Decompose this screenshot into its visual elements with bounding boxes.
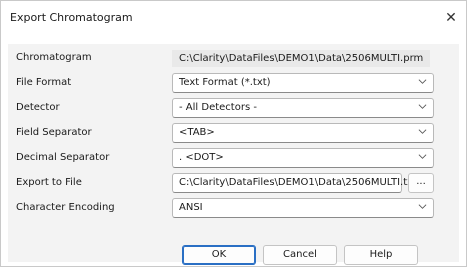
title-bar: Export Chromatogram ✕ [1,1,466,35]
character-encoding-value: ANSI [179,202,203,213]
chevron-down-icon [418,79,427,84]
detector-value: - All Detectors - [179,102,257,113]
detector-select[interactable]: - All Detectors - [172,98,434,118]
form-panel: Chromatogram C:\Clarity\DataFiles\DEMO1\… [8,44,459,265]
ok-button[interactable]: OK [182,245,256,265]
dialog-title: Export Chromatogram [10,11,133,24]
character-encoding-select[interactable]: ANSI [172,198,434,218]
field-separator-row: Field Separator <TAB> [8,121,459,146]
file-format-row: File Format Text Format (*.txt) [8,71,459,96]
chromatogram-path-display: C:\Clarity\DataFiles\DEMO1\Data\2506MULT… [172,50,430,67]
field-separator-value: <TAB> [179,127,215,138]
chevron-down-icon [418,104,427,109]
field-separator-label: Field Separator [16,127,92,138]
field-separator-select[interactable]: <TAB> [172,123,434,143]
help-button[interactable]: Help [344,245,418,265]
export-to-file-label: Export to File [16,177,82,188]
export-file-path-value: C:\Clarity\DataFiles\DEMO1\Data\2506MULT… [179,177,417,188]
close-icon[interactable]: ✕ [440,7,462,29]
decimal-separator-select[interactable]: . <DOT> [172,148,434,168]
character-encoding-label: Character Encoding [16,202,115,213]
detector-row: Detector - All Detectors - [8,96,459,121]
export-file-path-input[interactable]: C:\Clarity\DataFiles\DEMO1\Data\2506MULT… [172,173,417,193]
file-format-select[interactable]: Text Format (*.txt) [172,73,434,93]
chromatogram-row: Chromatogram C:\Clarity\DataFiles\DEMO1\… [8,46,459,71]
chromatogram-label: Chromatogram [16,52,92,63]
decimal-separator-row: Decimal Separator . <DOT> [8,146,459,171]
decimal-separator-label: Decimal Separator [16,152,110,163]
export-to-file-row: Export to File C:\Clarity\DataFiles\DEMO… [8,171,459,196]
chevron-down-icon [418,154,427,159]
chevron-down-icon [418,204,427,209]
chevron-down-icon [418,129,427,134]
decimal-separator-value: . <DOT> [179,152,224,163]
cancel-button[interactable]: Cancel [263,245,337,265]
browse-button[interactable]: ... [408,173,434,193]
file-format-value: Text Format (*.txt) [179,77,271,88]
detector-label: Detector [16,102,60,113]
file-format-label: File Format [16,77,72,88]
character-encoding-row: Character Encoding ANSI [8,196,459,221]
